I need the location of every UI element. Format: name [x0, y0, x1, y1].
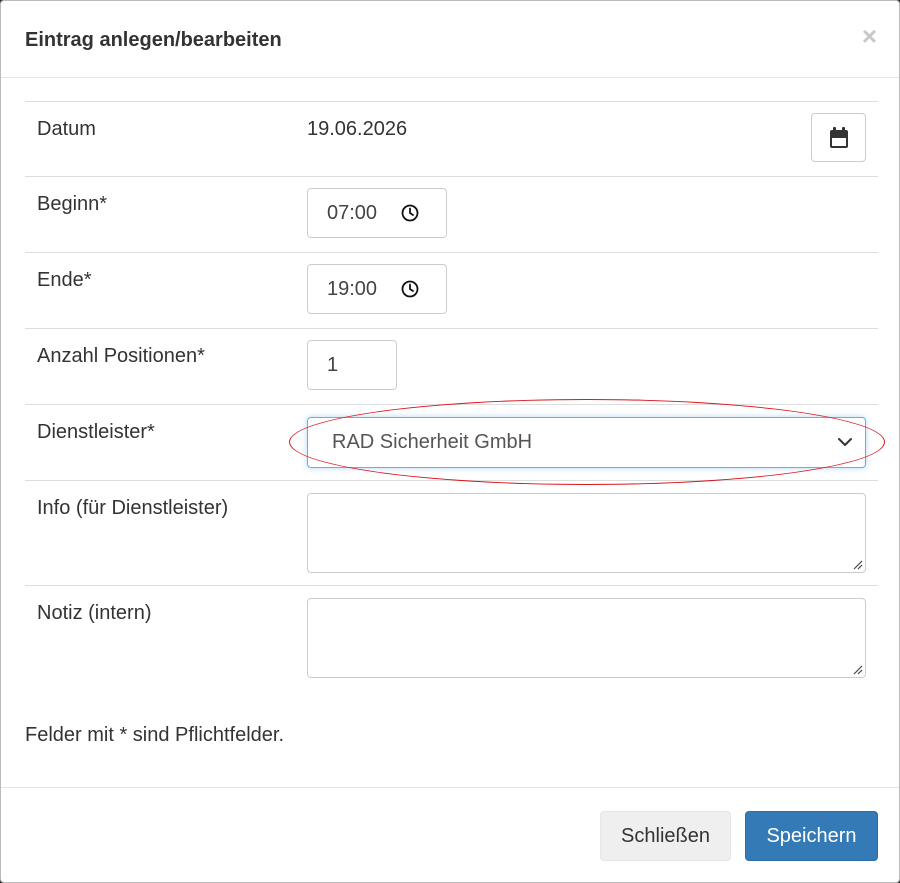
positionen-label: Anzahl Positionen* — [37, 345, 205, 367]
info-textarea[interactable] — [307, 493, 866, 573]
dialog-title: Eintrag anlegen/bearbeiten — [25, 29, 282, 51]
close-button[interactable]: Schließen — [600, 811, 731, 861]
notiz-label: Notiz (intern) — [37, 602, 152, 624]
required-fields-note: Felder mit * sind Pflichtfelder. — [25, 724, 284, 746]
dienstleister-selected-value: RAD Sicherheit GmbH — [332, 431, 533, 453]
ende-time-input[interactable]: 19:00 — [307, 264, 447, 314]
row-datum: Datum 19.06.2026 — [25, 101, 878, 177]
close-icon[interactable]: × — [862, 23, 877, 49]
clock-icon[interactable] — [401, 280, 419, 298]
row-beginn: Beginn* 07:00 — [25, 176, 878, 253]
resize-handle-icon[interactable] — [851, 558, 863, 570]
edit-entry-dialog: Eintrag anlegen/bearbeiten × Datum 19.06… — [0, 0, 900, 883]
chevron-down-icon — [837, 434, 853, 450]
beginn-time-input[interactable]: 07:00 — [307, 188, 447, 238]
dialog-header: Eintrag anlegen/bearbeiten × — [1, 1, 899, 78]
row-dienstleister: Dienstleister* RAD Sicherheit GmbH — [25, 404, 878, 481]
dienstleister-label: Dienstleister* — [37, 421, 155, 443]
resize-handle-icon[interactable] — [851, 663, 863, 675]
row-notiz: Notiz (intern) — [25, 585, 878, 691]
ende-time-value: 19:00 — [327, 277, 378, 300]
positionen-input[interactable]: 1 — [307, 340, 397, 390]
clock-icon[interactable] — [401, 204, 419, 222]
dienstleister-select[interactable]: RAD Sicherheit GmbH — [307, 417, 866, 468]
notiz-textarea[interactable] — [307, 598, 866, 678]
row-positionen: Anzahl Positionen* 1 — [25, 328, 878, 405]
beginn-time-value: 07:00 — [327, 201, 378, 224]
info-label: Info (für Dienstleister) — [37, 497, 229, 519]
calendar-icon — [829, 126, 848, 148]
row-info: Info (für Dienstleister) — [25, 480, 878, 586]
save-button[interactable]: Speichern — [745, 811, 878, 861]
row-ende: Ende* 19:00 — [25, 252, 878, 329]
datum-label: Datum — [37, 118, 96, 140]
datum-value: 19.06.2026 — [307, 118, 408, 140]
calendar-button[interactable] — [811, 113, 866, 162]
beginn-label: Beginn* — [37, 193, 108, 215]
dialog-footer: Schließen Speichern — [1, 787, 899, 883]
ende-label: Ende* — [37, 269, 92, 291]
